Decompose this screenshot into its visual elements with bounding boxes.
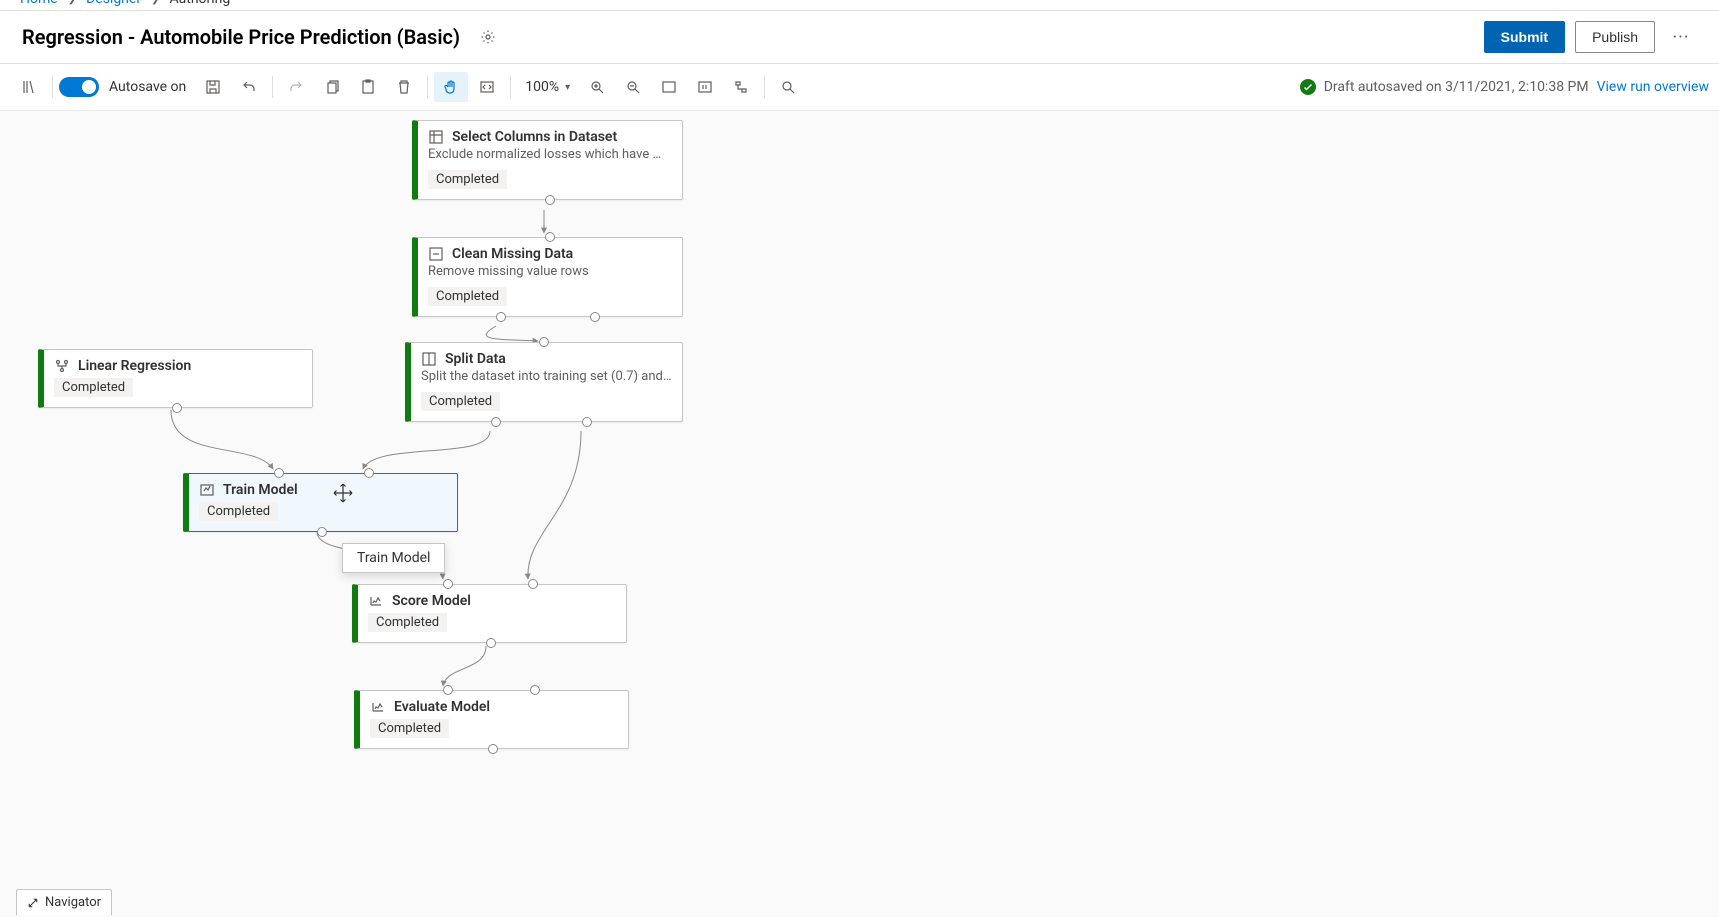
chevron-down-icon: ▾: [565, 82, 570, 93]
status-badge: Completed: [368, 613, 447, 632]
zoom-level-dropdown[interactable]: 100% ▾: [517, 79, 578, 95]
gear-icon[interactable]: [474, 23, 502, 51]
publish-button[interactable]: Publish: [1575, 21, 1655, 53]
output-port[interactable]: [488, 744, 498, 754]
undo-icon[interactable]: [232, 72, 266, 102]
breadcrumb: Home ❯ Designer ❯ Authoring: [0, 0, 1719, 10]
title-bar: Regression - Automobile Price Prediction…: [0, 11, 1719, 63]
breadcrumb-designer[interactable]: Designer: [86, 0, 141, 7]
autosave-status: Draft autosaved on 3/11/2021, 2:10:38 PM: [1324, 79, 1589, 95]
output-port[interactable]: [172, 403, 182, 413]
navigator-label: Navigator: [45, 895, 101, 910]
zoom-value: 100%: [525, 79, 559, 95]
page-title: Regression - Automobile Price Prediction…: [22, 25, 460, 49]
node-evaluate-model[interactable]: Evaluate Model Completed: [354, 690, 629, 749]
input-port[interactable]: [364, 468, 374, 478]
pan-hand-icon[interactable]: [434, 72, 468, 102]
node-title: Train Model: [223, 482, 298, 498]
node-desc: Split the dataset into training set (0.7…: [411, 367, 682, 388]
fullscreen-icon[interactable]: [470, 72, 504, 102]
output-port[interactable]: [486, 638, 496, 648]
save-icon[interactable]: [196, 72, 230, 102]
checkmark-circle-icon: [1300, 79, 1316, 95]
search-icon[interactable]: [771, 72, 805, 102]
status-badge: Completed: [428, 287, 507, 306]
input-port[interactable]: [539, 337, 549, 347]
toolbar: Autosave on 100% ▾ Draft autosaved on 3/1…: [0, 63, 1719, 111]
node-linear-regression[interactable]: Linear Regression Completed: [38, 349, 313, 408]
input-port[interactable]: [443, 685, 453, 695]
input-port[interactable]: [545, 232, 555, 242]
submit-button[interactable]: Submit: [1484, 21, 1565, 53]
output-port[interactable]: [582, 417, 592, 427]
status-badge: Completed: [199, 502, 278, 521]
status-badge: Completed: [54, 378, 133, 397]
actual-size-icon[interactable]: [688, 72, 722, 102]
breadcrumb-authoring: Authoring: [169, 0, 230, 7]
chevron-right-icon: ❯: [68, 0, 76, 5]
node-title: Select Columns in Dataset: [452, 129, 617, 145]
fit-to-screen-icon[interactable]: [652, 72, 686, 102]
node-score-model[interactable]: Score Model Completed: [352, 584, 627, 643]
autosave-toggle[interactable]: [59, 77, 99, 97]
copy-icon[interactable]: [315, 72, 349, 102]
input-port[interactable]: [528, 579, 538, 589]
view-run-overview-link[interactable]: View run overview: [1597, 79, 1709, 95]
redo-icon: [279, 72, 313, 102]
asset-library-icon[interactable]: [12, 72, 46, 102]
auto-layout-icon[interactable]: [724, 72, 758, 102]
node-select-columns[interactable]: Select Columns in Dataset Exclude normal…: [412, 120, 683, 200]
node-title: Linear Regression: [78, 358, 191, 374]
node-title: Split Data: [445, 351, 506, 367]
output-port[interactable]: [491, 417, 501, 427]
node-desc: Remove missing value rows: [418, 262, 682, 283]
expand-icon: [27, 897, 39, 909]
output-port[interactable]: [590, 312, 600, 322]
node-desc: Exclude normalized losses which have man…: [418, 145, 682, 166]
breadcrumb-home[interactable]: Home: [20, 0, 58, 7]
output-port[interactable]: [496, 312, 506, 322]
node-train-model[interactable]: Train Model Completed: [183, 473, 458, 532]
output-port[interactable]: [317, 527, 327, 537]
status-badge: Completed: [421, 392, 500, 411]
node-split-data[interactable]: Split Data Split the dataset into traini…: [405, 342, 683, 422]
chevron-right-icon: ❯: [151, 0, 159, 5]
more-icon[interactable]: ···: [1665, 21, 1697, 53]
node-tooltip: Train Model: [342, 543, 445, 573]
input-port[interactable]: [530, 685, 540, 695]
zoom-in-icon[interactable]: [580, 72, 614, 102]
node-title: Clean Missing Data: [452, 246, 573, 262]
navigator-toggle[interactable]: Navigator: [16, 889, 112, 915]
input-port[interactable]: [443, 579, 453, 589]
zoom-out-icon[interactable]: [616, 72, 650, 102]
node-title: Score Model: [392, 593, 471, 609]
status-badge: Completed: [370, 719, 449, 738]
node-title: Evaluate Model: [394, 699, 490, 715]
paste-icon[interactable]: [351, 72, 385, 102]
pipeline-canvas[interactable]: Select Columns in Dataset Exclude normal…: [0, 111, 1719, 917]
output-port[interactable]: [545, 195, 555, 205]
node-clean-missing[interactable]: Clean Missing Data Remove missing value …: [412, 237, 683, 317]
delete-icon[interactable]: [387, 72, 421, 102]
autosave-label: Autosave on: [109, 79, 186, 95]
input-port[interactable]: [274, 468, 284, 478]
status-badge: Completed: [428, 170, 507, 189]
